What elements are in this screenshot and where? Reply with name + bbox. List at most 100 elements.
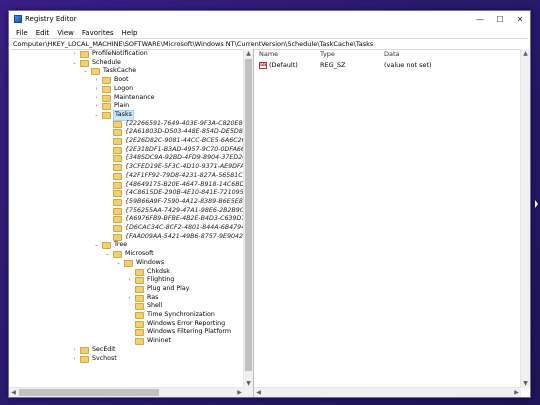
scroll-right-icon[interactable]: ▶ <box>235 388 244 397</box>
expand-chevron-icon[interactable]: › <box>93 102 100 111</box>
tree-pane: › ProfileNotification ⌄ Schedule ⌄ TaskCache ›… <box>9 49 254 397</box>
tree-scroll-thumb[interactable] <box>245 59 252 371</box>
tree-item-flighting[interactable]: › Flighting <box>9 276 244 285</box>
menu-file[interactable]: File <box>12 29 32 37</box>
collapse-chevron-icon[interactable]: ⌄ <box>93 241 100 250</box>
tree-item-plain[interactable]: › Plain <box>9 102 244 111</box>
expand-chevron-icon[interactable]: › <box>93 76 100 85</box>
tree-horizontal-scrollbar[interactable]: ◀ ▶ <box>9 387 244 397</box>
tree-item-task-guid[interactable]: {2E318DF1-B3AD-4957-9C70-0DFA66F909E4} <box>9 146 244 155</box>
tree-item-time-synchronization[interactable]: Time Synchronization <box>9 311 244 320</box>
tree-item-task-guid[interactable]: {2A61803D-D503-448E-854D-DE5D838EFA1B} <box>9 128 244 137</box>
collapse-chevron-icon[interactable]: ⌄ <box>71 59 78 68</box>
tree-item-logon[interactable]: › Logon <box>9 85 244 94</box>
value-type: REG_SZ <box>320 61 346 69</box>
tree-item-label: {348SDC9A-92BD-4FD9-8904-37ED2C947BDE} <box>125 154 244 162</box>
tree-item-microsoft[interactable]: ⌄ Microsoft <box>9 250 244 259</box>
tree-item-label: Svchost <box>92 354 117 362</box>
tree-item-task-guid[interactable]: {4C8615DE-290B-4E10-841E-72109506E2B} <box>9 189 244 198</box>
value-row[interactable]: ab (Default) REG_SZ (value not set) <box>254 61 530 70</box>
minimize-button[interactable]: — <box>470 11 490 27</box>
folder-icon <box>113 225 122 232</box>
tree-item-task-guid[interactable]: {756255AA-7429-47A1-98E6-2B2B9CD0864} <box>9 207 244 216</box>
tree-item-ras[interactable]: › Ras <box>9 294 244 303</box>
tree-item-task-guid[interactable]: {FAA009AA-5421-49B6-8757-9E9042F8A8B8} <box>9 233 244 242</box>
expand-chevron-icon[interactable]: › <box>71 50 78 59</box>
expand-chevron-icon[interactable]: › <box>126 276 133 285</box>
tree-item-task-guid[interactable]: {42F1FF92-79D8-4231-827A-56581C51A1B8} <box>9 172 244 181</box>
scroll-left-icon[interactable]: ◀ <box>254 388 263 397</box>
tree-item-windows-error-reporting[interactable]: Windows Error Reporting <box>9 320 244 329</box>
tree-item-task-guid[interactable]: {48649175-B20E-4647-B918-14C6BDA91009} <box>9 181 244 190</box>
close-button[interactable]: ✕ <box>510 11 530 27</box>
value-data: (value not set) <box>384 61 432 69</box>
folder-icon <box>113 190 122 198</box>
folder-icon <box>113 181 122 189</box>
tree-item-task-guid[interactable]: {348SDC9A-92BD-4FD9-8904-37ED2C947BDE} <box>9 154 244 163</box>
folder-icon <box>102 77 111 85</box>
column-header-data[interactable]: Data <box>384 50 400 58</box>
tree-vertical-scrollbar[interactable]: ▲ ▼ <box>243 49 253 388</box>
tree-item-maintenance[interactable]: › Maintenance <box>9 94 244 103</box>
tree-item-chkdsk[interactable]: Chkdsk <box>9 268 244 277</box>
values-vertical-scrollbar[interactable]: ▲ ▼ <box>520 49 530 388</box>
collapse-chevron-icon[interactable]: ⌄ <box>93 111 100 120</box>
tree-item-boot[interactable]: › Boot <box>9 76 244 85</box>
tree-item-label: Tasks <box>113 109 134 121</box>
string-value-icon: ab <box>259 62 267 69</box>
collapse-chevron-icon[interactable]: ⌄ <box>115 259 122 268</box>
values-header: Name Type Data <box>254 49 530 59</box>
tree-hscroll-thumb[interactable] <box>19 389 159 396</box>
scroll-right-icon[interactable]: ▶ <box>512 388 521 397</box>
value-name: (Default) <box>269 61 298 69</box>
tree-item-task-guid[interactable]: {2E26D82C-9081-44CC-BCE5-6A6C2602E432} <box>9 137 244 146</box>
column-header-type[interactable]: Type <box>320 50 335 58</box>
tree-item-profilenotification[interactable]: › ProfileNotification <box>9 50 244 59</box>
tree-item-windows[interactable]: ⌄ Windows <box>9 259 244 268</box>
tree-item-task-guid[interactable]: {D6CAC34C-8CF2-4801-844A-6B4794293261} <box>9 224 244 233</box>
folder-icon <box>135 285 144 293</box>
values-horizontal-scrollbar[interactable]: ◀ ▶ <box>254 387 521 397</box>
title-bar[interactable]: Registry Editor — ☐ ✕ <box>9 11 530 27</box>
tree-item-label: {3CFED19E-5F3C-4D10-9371-AE9DFAF34B5D} <box>125 163 244 171</box>
tree-item-plug-and-play[interactable]: Plug and Play <box>9 285 244 294</box>
tree-item-shell[interactable]: Shell <box>9 302 244 311</box>
scroll-left-icon[interactable]: ◀ <box>9 388 18 397</box>
tree-item-tree[interactable]: ⌄ Tree <box>9 241 244 250</box>
expand-chevron-icon[interactable]: › <box>71 346 78 355</box>
folder-icon <box>102 111 111 119</box>
maximize-button[interactable]: ☐ <box>490 11 510 27</box>
tree-item-label: Flighting <box>147 276 175 284</box>
collapse-chevron-icon[interactable]: ⌄ <box>82 67 89 76</box>
scroll-down-icon[interactable]: ▼ <box>244 379 253 388</box>
tree-item-secedit[interactable]: › SecEdit <box>9 346 244 355</box>
tree-item-tasks[interactable]: ⌄ Tasks <box>9 109 244 121</box>
scroll-up-icon[interactable]: ▲ <box>244 49 253 58</box>
folder-icon <box>102 94 111 102</box>
tree-item-schedule[interactable]: ⌄ Schedule <box>9 59 244 68</box>
menu-help[interactable]: Help <box>118 29 142 37</box>
registry-editor-icon <box>14 15 22 23</box>
menu-edit[interactable]: Edit <box>32 29 54 37</box>
collapse-chevron-icon[interactable]: ⌄ <box>104 250 111 259</box>
tree-item-task-guid[interactable]: {3CFED19E-5F3C-4D10-9371-AE9DFAF34B5D} <box>9 163 244 172</box>
scroll-up-icon[interactable]: ▲ <box>521 49 530 58</box>
tree-item-task-guid[interactable]: {22266591-7649-403E-9F3A-C820E8C1126D} <box>9 120 244 129</box>
expand-chevron-icon[interactable]: › <box>71 355 78 364</box>
menu-view[interactable]: View <box>53 29 78 37</box>
expand-chevron-icon[interactable]: › <box>126 294 133 303</box>
menu-favorites[interactable]: Favorites <box>78 29 118 37</box>
tree-item-task-guid[interactable]: {A6976FB9-BFBE-4B2E-B4D3-C639D7DA7B21} <box>9 215 244 224</box>
registry-tree: › ProfileNotification ⌄ Schedule ⌄ TaskCache ›… <box>9 49 244 388</box>
tree-item-wininet[interactable]: Wininet <box>9 337 244 346</box>
tree-item-windows-filtering-platform[interactable]: Windows Filtering Platform <box>9 328 244 337</box>
scroll-down-icon[interactable]: ▼ <box>521 379 530 388</box>
expand-chevron-icon[interactable]: › <box>93 94 100 103</box>
tree-item-svchost[interactable]: › Svchost <box>9 355 244 364</box>
expand-chevron-icon[interactable]: › <box>93 85 100 94</box>
tree-item-taskcache[interactable]: ⌄ TaskCache <box>9 67 244 76</box>
tree-item-task-guid[interactable]: {59B66A9F-7590-4A12-8389-B6E5E89DCDD7} <box>9 198 244 207</box>
folder-icon <box>113 138 122 145</box>
tree-item-label: Shell <box>147 302 163 310</box>
column-header-name[interactable]: Name <box>259 50 278 58</box>
